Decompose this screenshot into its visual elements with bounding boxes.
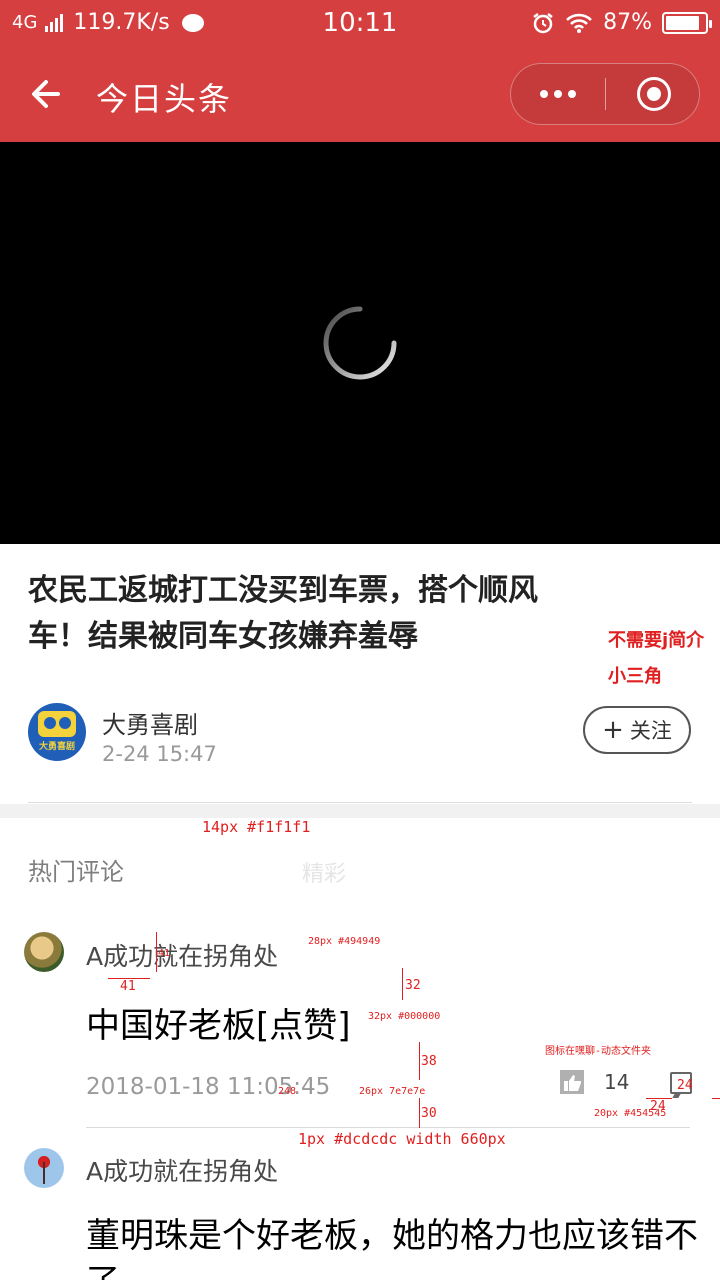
measure-label-30: 30	[421, 1106, 437, 1121]
gap-spec-annotation: 14px #f1f1f1	[202, 818, 311, 836]
measure-label-38: 38	[421, 1054, 437, 1069]
article-title-line2: 车！结果被同车女孩嫌弃羞辱	[28, 619, 418, 654]
comment-text: 董明珠是个好老板，她的格力也应该错不了	[86, 1216, 698, 1280]
battery-level	[666, 15, 700, 30]
follow-label: 关注	[629, 719, 672, 743]
status-right: 87%	[531, 10, 712, 35]
measure-line	[156, 932, 157, 972]
mini-program-capsule	[510, 63, 700, 125]
like-count: 14	[604, 1070, 630, 1094]
measure-label-41-horizontal: 41	[120, 979, 136, 994]
section-divider	[28, 802, 692, 803]
author-avatar[interactable]: 大勇喜剧	[28, 703, 86, 761]
wifi-icon	[566, 13, 593, 33]
design-note-triangle: 小三角	[608, 666, 662, 687]
measure-line	[712, 1098, 720, 1099]
icon-folder-annotation: 图标在嘿聊-动态文件夹	[545, 1046, 652, 1057]
measure-line	[402, 968, 403, 1000]
time-spec-annotation: 26px 7e7e7e	[359, 1086, 426, 1097]
divider-spec-annotation: 1px #dcdcdc width 660px	[298, 1130, 506, 1148]
more-dots-icon[interactable]	[511, 64, 605, 124]
video-player[interactable]	[0, 142, 720, 544]
follow-button[interactable]: + 关注	[583, 706, 691, 754]
measure-line	[419, 1042, 420, 1080]
comment-author-name[interactable]: A成功就在拐角处	[86, 1152, 278, 1188]
article-title-line1: 农民工返城打工没买到车票，搭个顺风	[28, 573, 538, 608]
article-title: 农民工返城打工没买到车票，搭个顺风 车！结果被同车女孩嫌弃羞辱	[28, 568, 628, 660]
like-icon[interactable]	[560, 1070, 584, 1094]
measure-label-24-icon: 24	[677, 1078, 693, 1093]
measure-line	[419, 1098, 420, 1128]
back-arrow-icon[interactable]	[28, 72, 72, 116]
alarm-icon	[533, 12, 553, 33]
status-bar: 4G 119.7K/s 10:11 87%	[0, 0, 720, 50]
gap-band	[0, 804, 720, 818]
battery-percent: 87%	[603, 10, 652, 35]
author-name[interactable]: 大勇喜剧	[102, 705, 198, 740]
nav-bar: 今日头条	[0, 50, 720, 142]
loading-spinner-icon	[323, 306, 397, 380]
name-spec-annotation: 28px #494949	[308, 936, 381, 947]
measure-label-24-gap: 24	[650, 1099, 666, 1114]
battery-icon	[662, 11, 712, 34]
measure-label-248: 248	[278, 1086, 297, 1097]
text-spec-annotation: 32px #000000	[368, 1011, 441, 1022]
avatar-logo-text: 大勇喜剧	[38, 742, 75, 752]
page-title: 今日头条	[96, 80, 233, 118]
close-target-icon[interactable]	[637, 77, 671, 111]
ghost-tab-label: 精彩	[302, 862, 347, 887]
comment-avatar[interactable]	[24, 932, 64, 972]
comment-author-name[interactable]: A成功就在拐角处	[86, 937, 278, 973]
measure-label-41-vertical: 41	[158, 948, 171, 959]
hot-comments-title: 热门评论	[28, 858, 124, 886]
comment-avatar[interactable]	[24, 1148, 64, 1188]
capsule-divider	[605, 78, 606, 110]
measure-label-32: 32	[405, 978, 421, 993]
publish-time: 2-24 15:47	[102, 742, 217, 766]
camera-logo-icon	[38, 711, 76, 737]
design-note-intro: 不需要j简介	[608, 630, 705, 651]
comment-text: 中国好老板[点赞]	[86, 1006, 351, 1046]
plus-icon: +	[602, 715, 624, 745]
comment-divider	[86, 1127, 690, 1128]
